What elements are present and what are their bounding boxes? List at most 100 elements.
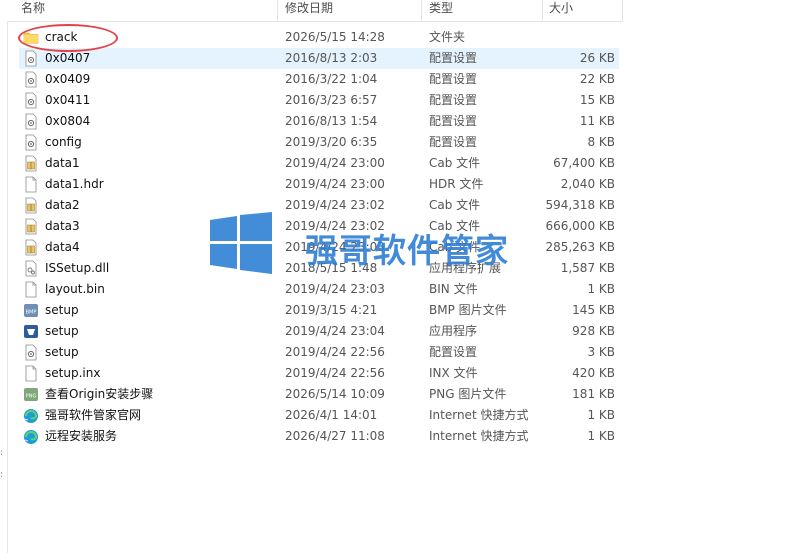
file-row[interactable]: 0x0409 2016/3/22 1:04 配置设置 22 KB [19, 69, 619, 90]
file-date: 2019/4/24 23:04 [285, 324, 385, 338]
cab-file-icon [23, 239, 39, 256]
file-type: HDR 文件 [429, 177, 484, 191]
column-type-header[interactable]: 类型 [429, 0, 453, 21]
column-name-header[interactable]: 名称 [21, 0, 45, 21]
file-size: 2,040 KB [560, 177, 615, 191]
file-date: 2016/3/23 6:57 [285, 93, 378, 107]
file-row[interactable]: data1.hdr 2019/4/24 23:00 HDR 文件 2,040 KB [19, 174, 619, 195]
file-row[interactable]: setup.inx 2019/4/24 22:56 INX 文件 420 KB [19, 363, 619, 384]
blank-file-icon [23, 365, 39, 382]
blank-file-icon [23, 176, 39, 193]
file-date: 2016/3/22 1:04 [285, 72, 378, 86]
file-name: 查看Origin安装步骤 [45, 387, 154, 401]
file-size: 181 KB [572, 387, 615, 401]
file-name: config [45, 135, 82, 149]
file-date: 2019/4/24 23:00 [285, 156, 385, 170]
file-name: data4 [45, 240, 80, 254]
column-header: 名称 修改日期 类型 大小 [7, 0, 623, 22]
file-row[interactable]: PNG 查看Origin安装步骤 2026/5/14 10:09 PNG 图片文件 18… [19, 384, 619, 405]
file-name: layout.bin [45, 282, 105, 296]
file-type: 应用程序 [429, 324, 478, 338]
column-divider[interactable] [542, 0, 543, 21]
column-divider[interactable] [622, 0, 623, 21]
pane-scroll-mark: : [0, 470, 4, 480]
file-date: 2019/4/24 23:03 [285, 282, 385, 296]
file-name: ISSetup.dll [45, 261, 110, 275]
column-date-header[interactable]: 修改日期 [285, 0, 333, 21]
file-type: 配置设置 [429, 114, 478, 128]
file-size: 594,318 KB [545, 198, 615, 212]
cab-file-icon [23, 155, 39, 172]
column-divider[interactable] [277, 0, 278, 21]
svg-text:BMP: BMP [26, 310, 37, 316]
file-name: setup [45, 303, 79, 317]
file-type: 配置设置 [429, 93, 478, 107]
file-type: Internet 快捷方式 [429, 408, 529, 422]
config-file-icon [23, 134, 39, 151]
file-date: 2026/4/27 11:08 [285, 429, 385, 443]
file-row[interactable]: config 2019/3/20 6:35 配置设置 8 KB [19, 132, 619, 153]
file-row[interactable]: 0x0411 2016/3/23 6:57 配置设置 15 KB [19, 90, 619, 111]
file-size: 1 KB [587, 429, 615, 443]
file-size: 420 KB [572, 366, 615, 380]
file-size: 1 KB [587, 282, 615, 296]
column-size-header[interactable]: 大小 [549, 0, 573, 21]
blank-file-icon [23, 281, 39, 298]
file-date: 2026/5/14 10:09 [285, 387, 385, 401]
file-type: Internet 快捷方式 [429, 429, 529, 443]
config-file-icon [23, 92, 39, 109]
file-row[interactable]: setup 2019/4/24 22:56 配置设置 3 KB [19, 342, 619, 363]
file-row[interactable]: 远程安装服务 2026/4/27 11:08 Internet 快捷方式 1 KB [19, 426, 619, 447]
dll-file-icon [23, 260, 39, 277]
file-row[interactable]: 强哥软件管家官网 2026/4/1 14:01 Internet 快捷方式 1 KB [19, 405, 619, 426]
file-row[interactable]: 0x0804 2016/8/13 1:54 配置设置 11 KB [19, 111, 619, 132]
edge-shortcut-icon [23, 407, 39, 424]
file-row[interactable]: data1 2019/4/24 23:00 Cab 文件 67,400 KB [19, 153, 619, 174]
edge-shortcut-icon [23, 428, 39, 445]
config-file-icon [23, 344, 39, 361]
pane-scroll-mark: : [0, 448, 4, 458]
file-row[interactable]: BMP setup 2019/3/15 4:21 BMP 图片文件 145 KB [19, 300, 619, 321]
svg-text:PNG: PNG [26, 394, 37, 400]
file-date: 2026/5/15 14:28 [285, 30, 385, 44]
cab-file-icon [23, 218, 39, 235]
file-type: 配置设置 [429, 135, 478, 149]
cab-file-icon [23, 197, 39, 214]
png-file-icon: PNG [23, 386, 39, 403]
file-name: data1 [45, 156, 80, 170]
file-name: setup [45, 324, 79, 338]
windows-logo-icon [210, 212, 272, 274]
left-pane-edge: : : [0, 0, 8, 553]
file-size: 15 KB [579, 93, 615, 107]
file-name: data2 [45, 198, 80, 212]
file-row[interactable]: setup 2019/4/24 23:04 应用程序 928 KB [19, 321, 619, 342]
file-name: 0x0409 [45, 72, 91, 86]
file-type: 文件夹 [429, 30, 466, 44]
file-date: 2019/4/24 22:56 [285, 345, 385, 359]
file-size: 285,263 KB [545, 240, 615, 254]
config-file-icon [23, 50, 39, 67]
file-type: INX 文件 [429, 366, 478, 380]
file-size: 666,000 KB [545, 219, 615, 233]
column-divider[interactable] [421, 0, 422, 21]
file-size: 928 KB [572, 324, 615, 338]
setup-app-icon [23, 323, 39, 340]
file-size: 11 KB [579, 114, 615, 128]
file-date: 2026/4/1 14:01 [285, 408, 378, 422]
file-name: 0x0411 [45, 93, 91, 107]
file-date: 2019/3/20 6:35 [285, 135, 378, 149]
file-size: 3 KB [587, 345, 615, 359]
file-size: 26 KB [579, 51, 615, 65]
file-row[interactable]: 0x0407 2016/8/13 2:03 配置设置 26 KB [19, 48, 619, 69]
file-type: 配置设置 [429, 51, 478, 65]
file-type: PNG 图片文件 [429, 387, 507, 401]
file-row[interactable]: layout.bin 2019/4/24 23:03 BIN 文件 1 KB [19, 279, 619, 300]
file-name: 强哥软件管家官网 [45, 408, 142, 422]
file-date: 2019/4/24 23:00 [285, 177, 385, 191]
file-size: 8 KB [587, 135, 615, 149]
file-name: data3 [45, 219, 80, 233]
file-size: 1 KB [587, 408, 615, 422]
watermark: 强哥软件管家 [210, 212, 508, 274]
config-file-icon [23, 71, 39, 88]
file-type: BMP 图片文件 [429, 303, 507, 317]
